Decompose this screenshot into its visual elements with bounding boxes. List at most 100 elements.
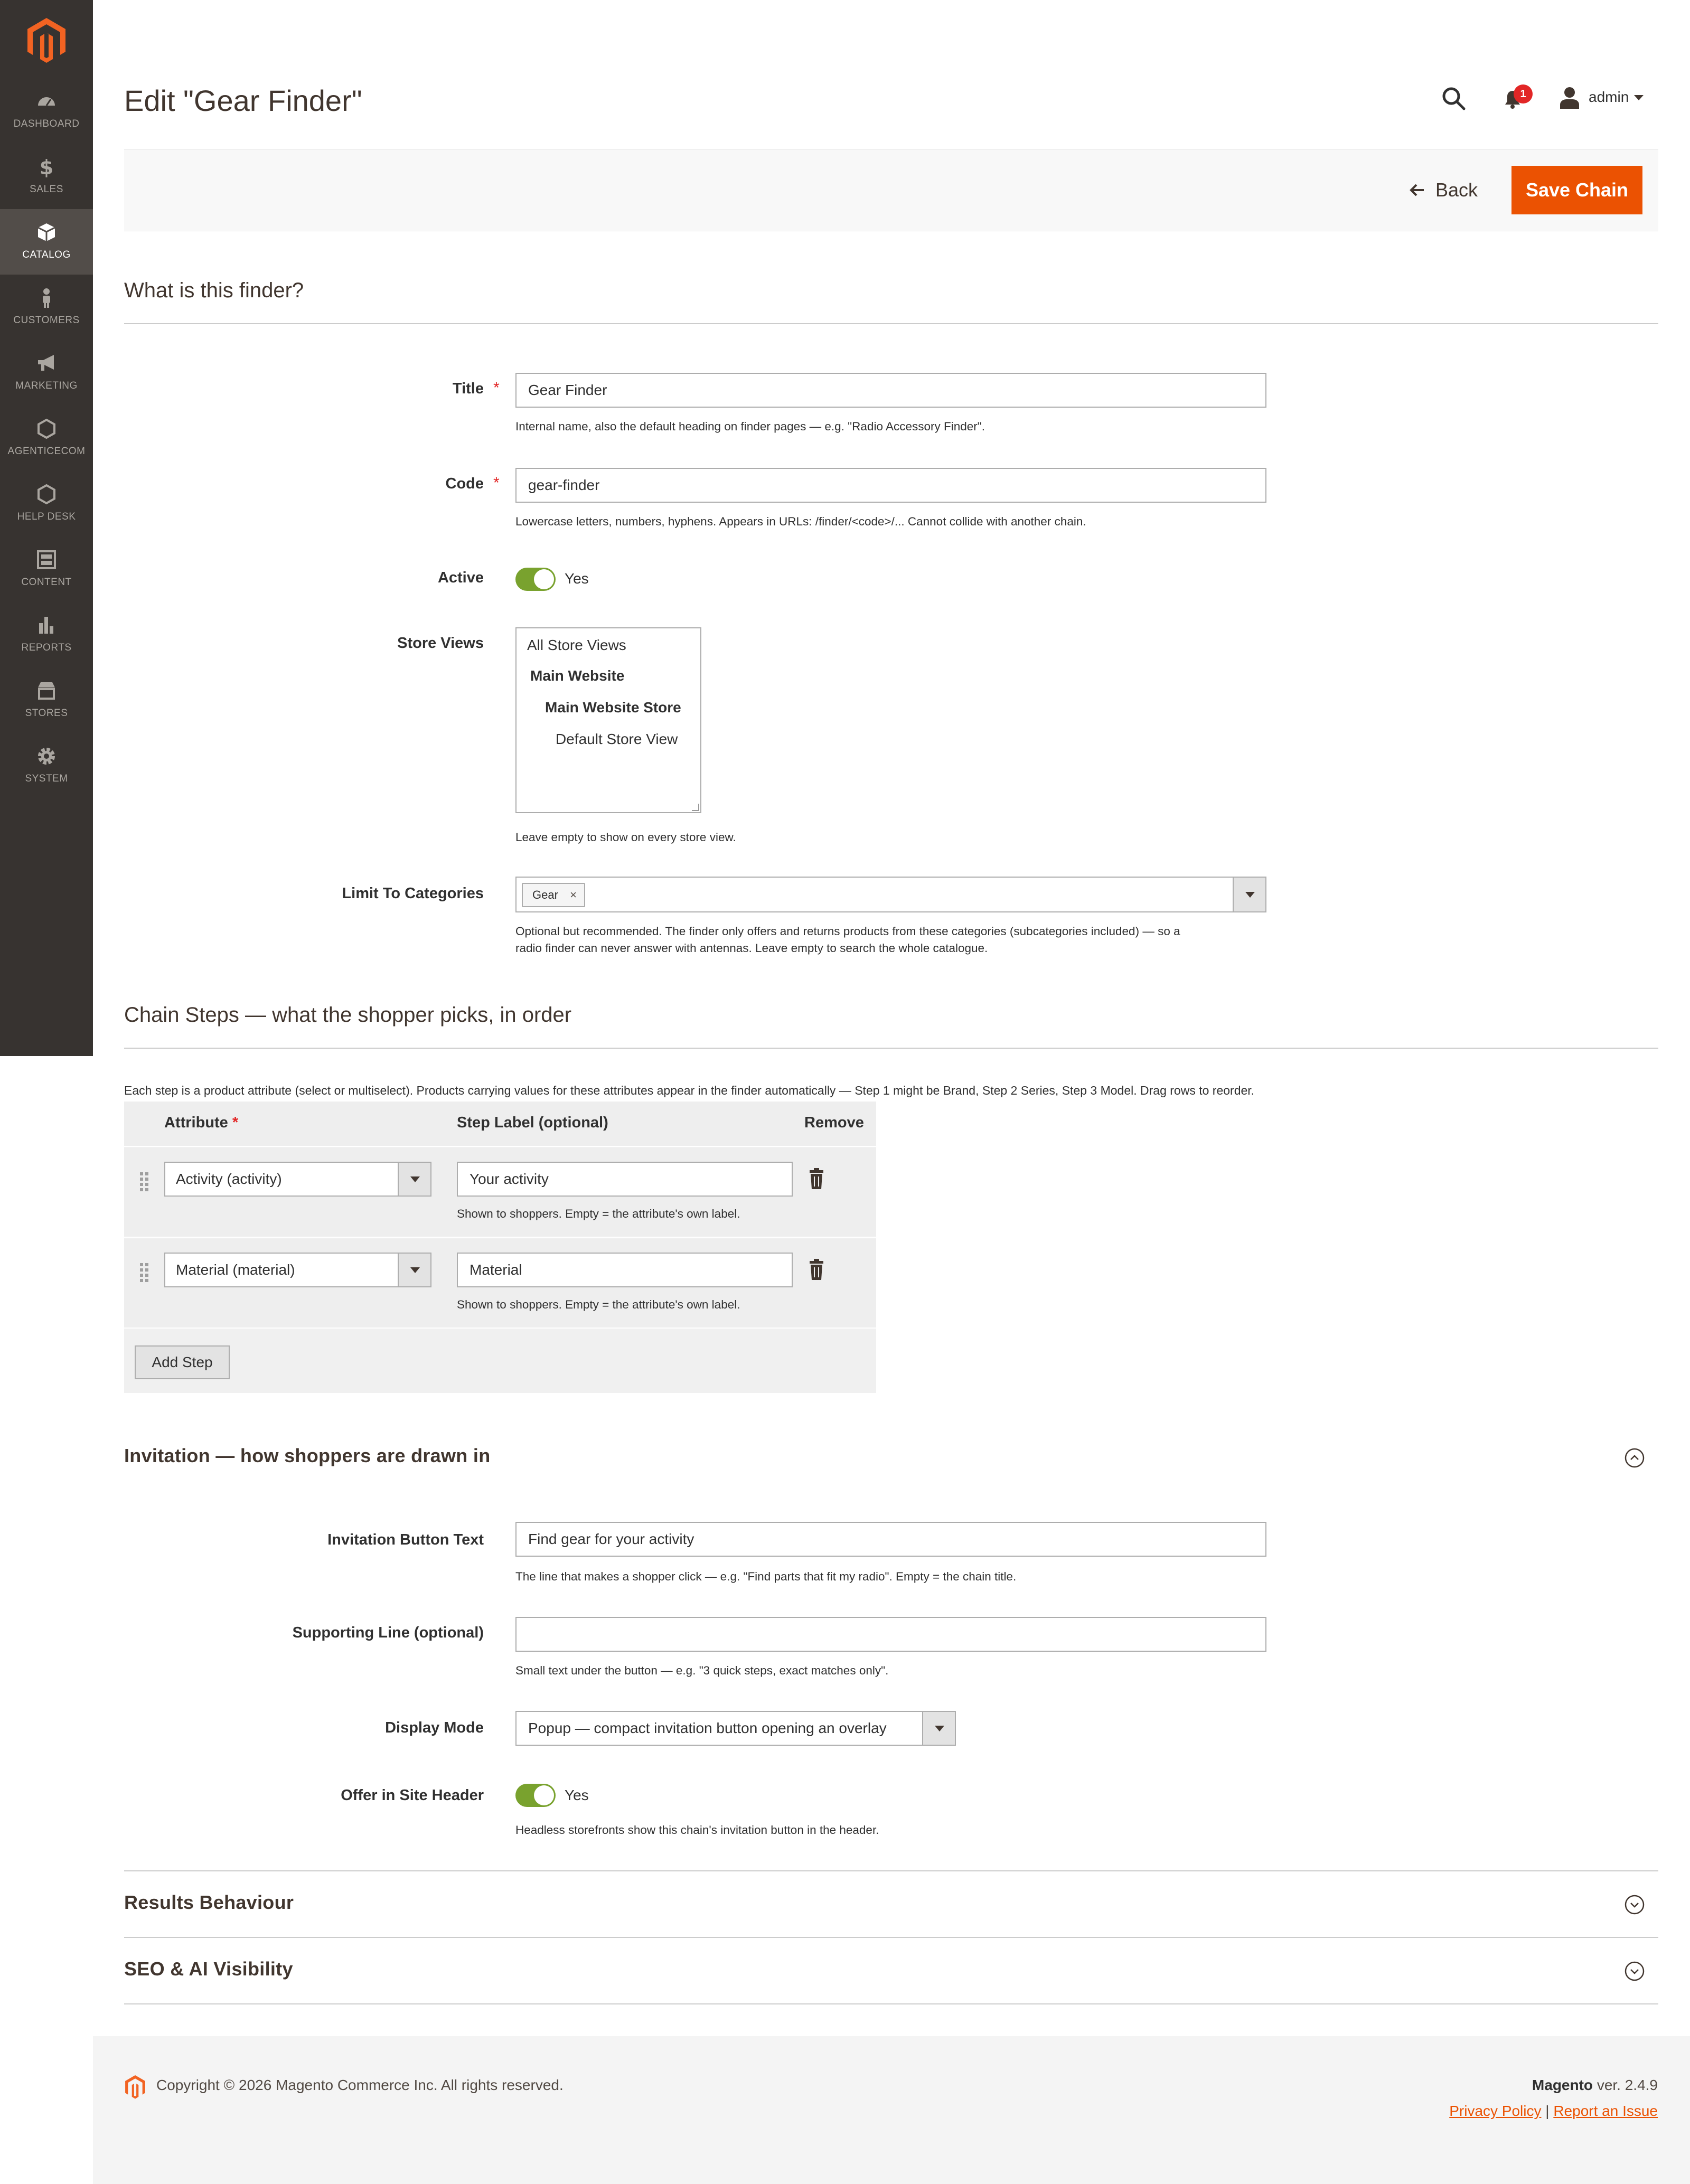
megaphone-icon: [38, 355, 54, 371]
hexagon-icon: [37, 418, 55, 439]
code-label: Code: [445, 475, 484, 492]
supporting-line-input[interactable]: [515, 1617, 1266, 1652]
sidebar-item-label: Marketing: [15, 380, 78, 391]
column-header-remove: Remove: [804, 1114, 864, 1131]
section-title-steps: Chain Steps — what the shopper picks, in…: [124, 1003, 572, 1027]
attribute-select-value: Activity (activity): [176, 1171, 282, 1187]
section-divider: [124, 1870, 1658, 1871]
categories-note: Optional but recommended. The finder onl…: [515, 923, 1180, 957]
step-label-note: Shown to shoppers. Empty = the attribute…: [457, 1298, 740, 1311]
notification-badge[interactable]: 1: [1514, 84, 1533, 103]
trash-icon[interactable]: [809, 1168, 824, 1189]
site-header-toggle-text: Yes: [565, 1787, 589, 1803]
trash-icon[interactable]: [809, 1259, 824, 1280]
required-marker: *: [493, 379, 500, 397]
store-view-option[interactable]: Default Store View: [556, 731, 678, 748]
dashboard-icon: [38, 97, 55, 106]
magento-logo-icon[interactable]: [25, 17, 68, 63]
link-separator: |: [1545, 2103, 1550, 2119]
supporting-line-label: Supporting Line (optional): [292, 1624, 484, 1641]
report-issue-link[interactable]: Report an Issue: [1553, 2103, 1658, 2119]
active-toggle[interactable]: [515, 568, 556, 591]
sidebar-item-catalog[interactable]: Catalog: [0, 209, 93, 275]
brand-name: Magento: [1532, 2077, 1593, 2093]
back-button[interactable]: Back: [1408, 176, 1478, 204]
add-step-button[interactable]: Add Step: [135, 1345, 230, 1379]
person-icon: [43, 288, 50, 308]
sidebar-item-marketing[interactable]: Marketing: [0, 340, 93, 406]
invitation-button-text-input[interactable]: Find gear for your activity: [515, 1522, 1266, 1557]
step-label-input[interactable]: Material: [457, 1253, 793, 1287]
chevron-down-icon[interactable]: [1233, 878, 1265, 911]
sidebar-item-content[interactable]: Content: [0, 536, 93, 602]
chevron-down-icon[interactable]: [1634, 95, 1644, 100]
search-icon[interactable]: [1441, 86, 1466, 111]
store-views-note: Leave empty to show on every store view.: [515, 831, 736, 844]
expand-icon[interactable]: [1625, 1895, 1645, 1915]
active-toggle-text: Yes: [565, 570, 589, 587]
sidebar-item-label: Customers: [13, 315, 80, 326]
version-text: Magento ver. 2.4.9: [1532, 2077, 1658, 2094]
categories-note-line: radio finder can never answer with anten…: [515, 942, 988, 955]
title-input[interactable]: Gear Finder: [515, 373, 1266, 408]
drag-handle-icon[interactable]: [139, 1262, 149, 1283]
chevron-down-icon[interactable]: [398, 1254, 430, 1286]
sidebar-item-customers[interactable]: Customers: [0, 275, 93, 340]
display-mode-select[interactable]: Popup — compact invitation button openin…: [515, 1711, 956, 1746]
section-divider: [124, 2003, 1658, 2004]
store-icon: [38, 682, 55, 700]
sidebar-item-help-desk[interactable]: Help Desk: [0, 471, 93, 536]
store-views-label: Store Views: [397, 635, 484, 652]
site-header-label: Offer in Site Header: [341, 1787, 484, 1804]
code-input[interactable]: gear-finder: [515, 468, 1266, 503]
categories-label: Limit To Categories: [342, 885, 484, 902]
svg-text:$: $: [40, 156, 53, 177]
arrow-left-icon: [1410, 184, 1424, 196]
sidebar-item-label: Help Desk: [17, 511, 76, 522]
sidebar-item-stores[interactable]: Stores: [0, 667, 93, 733]
drag-handle-icon[interactable]: [139, 1171, 149, 1192]
display-mode-value: Popup — compact invitation button openin…: [528, 1720, 887, 1736]
section-title-invitation[interactable]: Invitation — how shoppers are drawn in: [124, 1445, 490, 1467]
step-label-input[interactable]: Your activity: [457, 1162, 793, 1197]
section-divider: [124, 1048, 1658, 1049]
category-tag-label: Gear: [532, 888, 558, 901]
site-header-toggle[interactable]: [515, 1784, 556, 1807]
sidebar-item-label: Sales: [30, 184, 63, 195]
chevron-down-icon[interactable]: [398, 1163, 430, 1195]
privacy-policy-link[interactable]: Privacy Policy: [1449, 2103, 1541, 2119]
column-header-label: Step Label (optional): [457, 1114, 608, 1131]
store-view-option: Main Website Store: [545, 699, 681, 716]
sidebar-item-label: Reports: [21, 642, 72, 653]
store-view-option[interactable]: All Store Views: [527, 637, 626, 654]
sidebar-item-reports[interactable]: Reports: [0, 602, 93, 667]
sidebar-item-label: Dashboard: [13, 118, 80, 129]
save-chain-button[interactable]: Save Chain: [1511, 166, 1642, 214]
resize-handle-icon[interactable]: [692, 804, 699, 811]
remove-tag-icon[interactable]: ×: [570, 884, 577, 906]
admin-sidebar: Dashboard $ Sales Catalog Customers Mark…: [0, 0, 93, 1056]
site-header-note: Headless storefronts show this chain's i…: [515, 1823, 879, 1837]
categories-select[interactable]: Gear ×: [515, 877, 1266, 912]
admin-username[interactable]: admin: [1589, 89, 1629, 106]
category-tag: Gear ×: [522, 883, 585, 907]
attribute-select[interactable]: Material (material): [164, 1253, 431, 1287]
attribute-select-value: Material (material): [176, 1262, 295, 1278]
user-icon[interactable]: [1559, 87, 1580, 109]
section-title-seo[interactable]: SEO & AI Visibility: [124, 1958, 293, 1980]
table-row: Activity (activity) Your activity Shown …: [124, 1148, 876, 1238]
sidebar-item-system[interactable]: System: [0, 733, 93, 798]
expand-icon[interactable]: [1625, 1961, 1645, 1981]
table-row: Material (material) Material Shown to sh…: [124, 1239, 876, 1329]
section-title-results[interactable]: Results Behaviour: [124, 1891, 294, 1914]
collapse-icon[interactable]: [1625, 1448, 1645, 1468]
step-label-note: Shown to shoppers. Empty = the attribute…: [457, 1207, 740, 1220]
sidebar-item-sales[interactable]: $ Sales: [0, 144, 93, 209]
store-views-multiselect[interactable]: All Store Views Main Website Main Websit…: [515, 627, 701, 813]
attribute-select[interactable]: Activity (activity): [164, 1162, 431, 1197]
sidebar-item-agenticecom[interactable]: Agenticecom: [0, 406, 93, 471]
invitation-button-text-note: The line that makes a shopper click — e.…: [515, 1570, 1017, 1583]
chevron-down-icon[interactable]: [922, 1712, 955, 1745]
box-icon: [37, 223, 55, 241]
sidebar-item-dashboard[interactable]: Dashboard: [0, 78, 93, 144]
